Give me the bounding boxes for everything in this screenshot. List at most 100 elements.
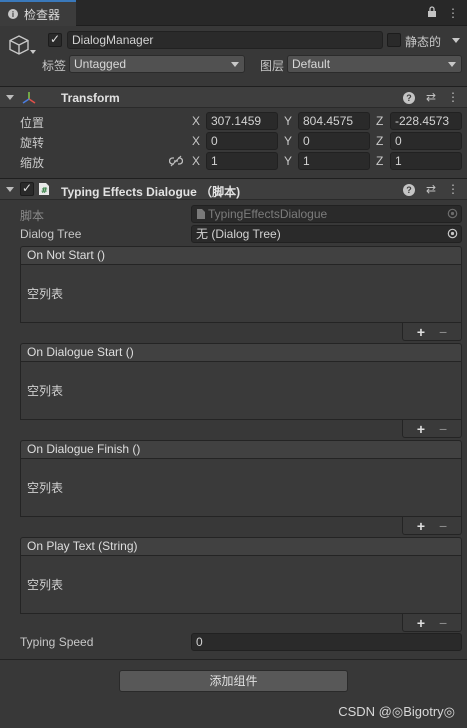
- layer-dropdown[interactable]: Default: [287, 55, 462, 73]
- scale-x-field[interactable]: 1: [206, 152, 278, 170]
- scale-z-label: Z: [376, 154, 384, 168]
- event-on-not-start: On Not Start () 空列表 + −: [20, 246, 462, 341]
- add-listener-button[interactable]: +: [417, 422, 425, 436]
- script-value: TypingEffectsDialogue: [208, 207, 328, 221]
- dialog-tree-field[interactable]: 无 (Dialog Tree): [191, 225, 462, 243]
- empty-list-label: 空列表: [27, 481, 64, 495]
- fold-arrow-icon[interactable]: [6, 187, 14, 192]
- transform-title: Transform: [61, 91, 120, 105]
- scale-label: 缩放: [20, 156, 45, 170]
- dialog-tree-value: 无 (Dialog Tree): [196, 227, 281, 241]
- typing-speed-field[interactable]: 0: [191, 633, 462, 651]
- gameobject-name-field[interactable]: DialogManager: [67, 31, 383, 49]
- remove-listener-button[interactable]: −: [439, 519, 447, 533]
- rotation-label: 旋转: [20, 136, 45, 150]
- rotation-x-field[interactable]: 0: [206, 132, 278, 150]
- object-picker-icon[interactable]: [447, 228, 458, 239]
- chevron-down-icon: [231, 62, 239, 67]
- static-dropdown-arrow-icon[interactable]: [452, 38, 460, 43]
- static-label: 静态的: [405, 35, 442, 49]
- tag-dropdown[interactable]: Untagged: [69, 55, 245, 73]
- preset-sliders-icon[interactable]: ⇄: [426, 182, 436, 196]
- position-y-field[interactable]: 804.4575: [298, 112, 370, 130]
- dialog-tree-label: Dialog Tree: [20, 227, 82, 241]
- add-listener-button[interactable]: +: [417, 325, 425, 339]
- tab-inspector-label: 检查器: [24, 7, 61, 22]
- event-header: On Play Text (String): [20, 537, 462, 556]
- event-on-dialogue-start: On Dialogue Start () 空列表 + −: [20, 343, 462, 438]
- svg-text:#: #: [41, 186, 48, 195]
- divider: [0, 659, 467, 660]
- scale-y-label: Y: [284, 154, 293, 168]
- kebab-menu-icon[interactable]: ⋮: [447, 182, 459, 196]
- active-checkbox[interactable]: [48, 32, 62, 47]
- script-component-title: Typing Effects Dialogue （脚本): [61, 185, 241, 199]
- remove-listener-button[interactable]: −: [439, 422, 447, 436]
- event-footer: + −: [402, 323, 462, 341]
- event-body: 空列表: [20, 459, 462, 517]
- fold-arrow-icon[interactable]: [6, 95, 14, 100]
- script-label: 脚本: [20, 209, 45, 223]
- rotation-y-field[interactable]: 0: [298, 132, 370, 150]
- event-footer: + −: [402, 420, 462, 438]
- tab-bar: i 检查器 ⋮: [0, 0, 467, 26]
- scale-z-field[interactable]: 1: [390, 152, 462, 170]
- scale-x-label: X: [192, 154, 201, 168]
- event-on-dialogue-finish: On Dialogue Finish () 空列表 + −: [20, 440, 462, 535]
- add-component-button[interactable]: 添加组件: [119, 670, 348, 692]
- event-footer: + −: [402, 614, 462, 632]
- event-header: On Not Start (): [20, 246, 462, 265]
- watermark: CSDN @◎Bigotry◎: [338, 704, 455, 719]
- icon-dropdown-caret-icon[interactable]: [30, 50, 36, 54]
- remove-listener-button[interactable]: −: [439, 616, 447, 630]
- transform-axes-icon: [22, 92, 36, 104]
- position-z-field[interactable]: -228.4573: [390, 112, 462, 130]
- event-body: 空列表: [20, 556, 462, 614]
- static-checkbox[interactable]: [387, 33, 401, 47]
- script-file-icon: [197, 209, 205, 219]
- typing-speed-label: Typing Speed: [20, 635, 94, 649]
- position-y-label: Y: [284, 114, 293, 128]
- help-icon[interactable]: ?: [402, 92, 415, 104]
- kebab-menu-icon[interactable]: ⋮: [447, 6, 459, 21]
- object-picker-icon: [447, 208, 458, 219]
- scale-y-field[interactable]: 1: [298, 152, 370, 170]
- help-icon[interactable]: ?: [402, 184, 415, 196]
- empty-list-label: 空列表: [27, 384, 64, 398]
- event-body: 空列表: [20, 362, 462, 420]
- rotation-y-label: Y: [284, 134, 293, 148]
- add-listener-button[interactable]: +: [417, 616, 425, 630]
- rotation-z-label: Z: [376, 134, 384, 148]
- preset-sliders-icon[interactable]: ⇄: [426, 90, 436, 104]
- event-on-play-text: On Play Text (String) 空列表 + −: [20, 537, 462, 632]
- script-component-tools: ? ⇄ ⋮: [402, 182, 459, 196]
- remove-listener-button[interactable]: −: [439, 325, 447, 339]
- script-component-header[interactable]: # Typing Effects Dialogue （脚本) ? ⇄ ⋮: [0, 178, 467, 200]
- position-x-field[interactable]: 307.1459: [206, 112, 278, 130]
- event-header: On Dialogue Finish (): [20, 440, 462, 459]
- layer-value: Default: [292, 57, 331, 71]
- chevron-down-icon: [448, 62, 456, 67]
- kebab-menu-icon[interactable]: ⋮: [447, 90, 459, 104]
- event-footer: + −: [402, 517, 462, 535]
- add-listener-button[interactable]: +: [417, 519, 425, 533]
- rotation-z-field[interactable]: 0: [390, 132, 462, 150]
- empty-list-label: 空列表: [27, 578, 64, 592]
- lock-icon[interactable]: [427, 6, 437, 21]
- layer-label: 图层: [260, 59, 285, 73]
- position-z-label: Z: [376, 114, 384, 128]
- info-icon: i: [8, 9, 18, 19]
- gameobject-cube-icon: [9, 35, 29, 55]
- empty-list-label: 空列表: [27, 287, 64, 301]
- component-enabled-checkbox[interactable]: [20, 181, 34, 196]
- tab-inspector[interactable]: i 检查器: [0, 0, 76, 26]
- tag-value: Untagged: [74, 57, 127, 71]
- event-header: On Dialogue Start (): [20, 343, 462, 362]
- rotation-x-label: X: [192, 134, 201, 148]
- constrain-proportions-link-icon[interactable]: [169, 155, 183, 167]
- tag-label: 标签: [42, 59, 67, 73]
- event-body: 空列表: [20, 265, 462, 323]
- transform-header[interactable]: Transform ? ⇄ ⋮: [0, 86, 467, 108]
- csharp-script-icon: #: [39, 183, 49, 195]
- script-field: TypingEffectsDialogue: [191, 205, 462, 223]
